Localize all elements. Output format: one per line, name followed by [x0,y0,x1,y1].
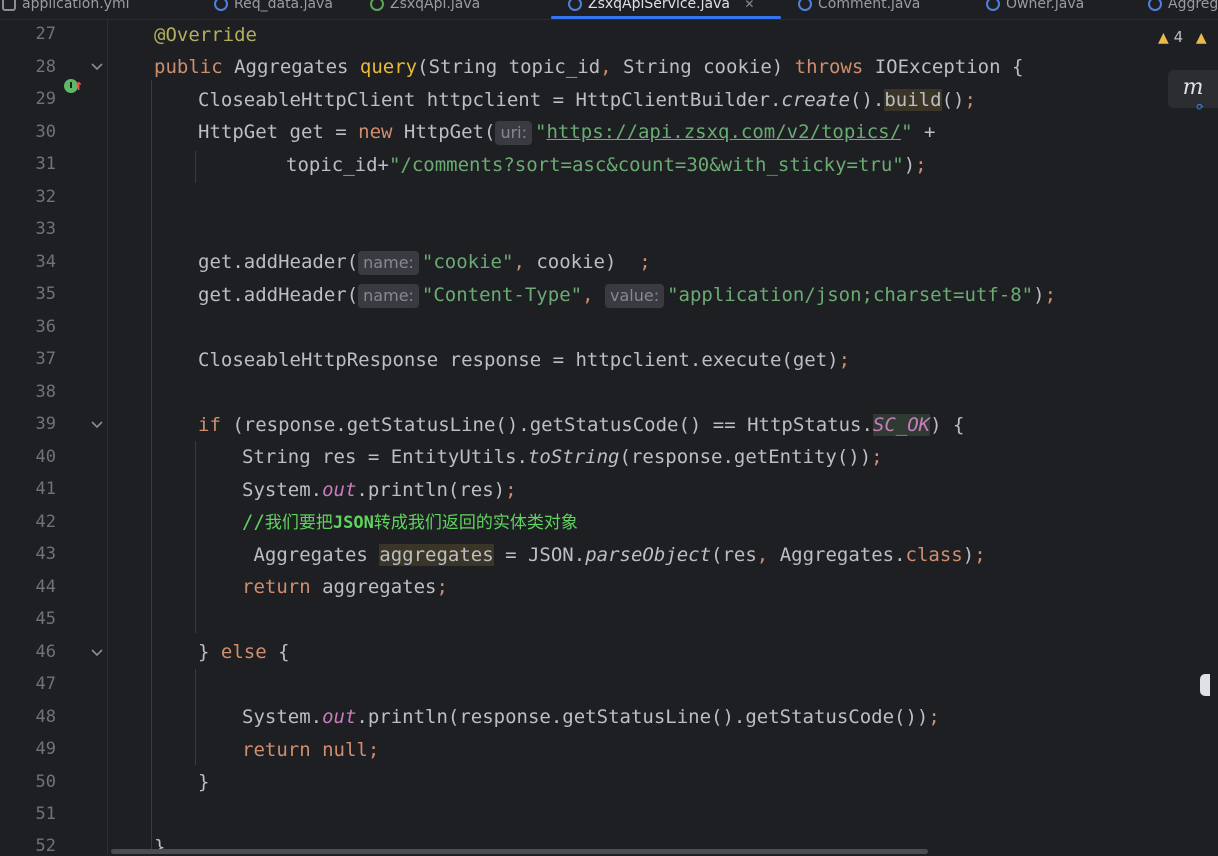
line-number: 52 [35,836,56,856]
line-number: 46 [35,642,56,662]
code-line-39: if (response.getStatusLine().getStatusCo… [198,414,965,436]
parameter-hint: uri: [495,121,532,145]
warning-icon: ▲ [1195,30,1207,46]
code-line-50: } [198,771,210,793]
refresh-icon: ⟳ [1196,102,1205,113]
java-class-icon [1148,0,1162,11]
line-number: 28 [35,57,56,77]
line-number: 51 [35,804,56,824]
java-class-icon [798,0,812,11]
code-line-28: public Aggregates query(String topic_id,… [154,56,1024,78]
line-number: 33 [35,219,56,239]
code-line-42-comment: //我们要把JSON转成我们返回的实体类对象 [242,511,578,533]
line-number: 42 [35,512,56,532]
code-line-29: CloseableHttpClient httpclient = HttpCli… [198,89,976,111]
yml-file-icon [2,0,16,11]
tab-zsxqapi[interactable]: ZsxqApi.java [368,0,480,17]
line-number: 41 [35,479,56,499]
url-link[interactable]: https://api.zsxq.com/v2/topics/ [546,121,901,143]
line-number: 38 [35,382,56,402]
line-number: 49 [35,739,56,759]
code-line-31: topic_id+"/comments?sort=asc&count=30&wi… [286,154,927,176]
close-icon[interactable]: ✕ [744,0,754,11]
code-line-27: @Override [154,24,257,46]
tab-zsxqapiservice[interactable]: ZsxqApiService.java ✕ [566,0,754,17]
code-editor[interactable]: @Override public Aggregates query(String… [110,20,1218,854]
code-line-30: HttpGet get = new HttpGet(uri: "https://a… [198,121,936,145]
code-line-46: } else { [198,641,290,663]
line-number: 29 [35,89,56,109]
method-name: query [359,56,418,78]
parameter-hint: value: [604,284,665,308]
tab-aggregates[interactable]: Aggreg [1146,0,1218,17]
line-number: 48 [35,707,56,727]
indent-guide [151,80,152,854]
line-number: 32 [35,187,56,207]
tab-application-yml[interactable]: application.yml [0,0,130,17]
java-class-icon [568,0,582,11]
line-number: 50 [35,772,56,792]
indent-guide [195,441,196,633]
warning-icon: ▲ [1158,30,1169,46]
gutter-separator [107,20,108,854]
line-number: 35 [35,284,56,304]
line-number: 43 [35,544,56,564]
inspection-widget[interactable]: ▲ 4 ▲ [1158,28,1207,46]
overrides-method-icon[interactable]: ↑ [74,76,83,94]
tab-comment[interactable]: Comment.java [796,0,920,17]
indent-guide [195,151,196,183]
line-number: 37 [35,349,56,369]
fold-chevron-icon[interactable] [89,58,105,74]
tab-owner[interactable]: Owner.java [984,0,1084,17]
horizontal-scrollbar[interactable] [111,849,928,854]
code-line-41: System.out.println(res); [242,479,517,501]
side-handle[interactable] [1200,674,1210,696]
java-class-icon [986,0,1000,11]
parameter-hint: name: [358,284,419,308]
code-line-49: return null; [242,739,380,761]
line-number: 27 [35,24,56,44]
editor-tab-bar: application.yml Req_data.java ZsxqApi.ja… [0,0,1218,20]
active-tab-indicator [551,16,781,19]
plugin-floating-button[interactable]: m ⟳ [1168,70,1218,113]
code-line-37: CloseableHttpResponse response = httpcli… [198,349,851,371]
tab-req-data[interactable]: Req_data.java [212,0,333,17]
line-number: 36 [35,317,56,337]
parameter-hint: name: [358,251,419,275]
java-class-icon [214,0,228,11]
line-number: 30 [35,122,56,142]
indent-guide [195,669,196,765]
fold-chevron-icon[interactable] [89,416,105,432]
java-interface-icon [370,0,384,11]
code-line-34: get.addHeader(name: "cookie", cookie) ; [198,251,651,275]
line-number-gutter[interactable]: 27 28 29 30 31 32 33 34 35 36 37 38 39 4… [0,20,108,856]
warning-count: 4 [1173,28,1184,46]
line-number: 34 [35,252,56,272]
line-number: 31 [35,154,56,174]
code-line-40: String res = EntityUtils.toString(respon… [242,446,883,468]
line-number: 40 [35,447,56,467]
line-number: 39 [35,414,56,434]
code-line-48: System.out.println(response.getStatusLin… [242,706,940,728]
line-number: 44 [35,577,56,597]
fold-chevron-icon[interactable] [89,644,105,660]
code-line-43: Aggregates aggregates = JSON.parseObject… [242,544,986,566]
line-number: 45 [35,609,56,629]
line-number: 47 [35,674,56,694]
code-line-35: get.addHeader(name: "Content-Type", value… [198,284,1057,308]
code-line-44: return aggregates; [242,576,448,598]
